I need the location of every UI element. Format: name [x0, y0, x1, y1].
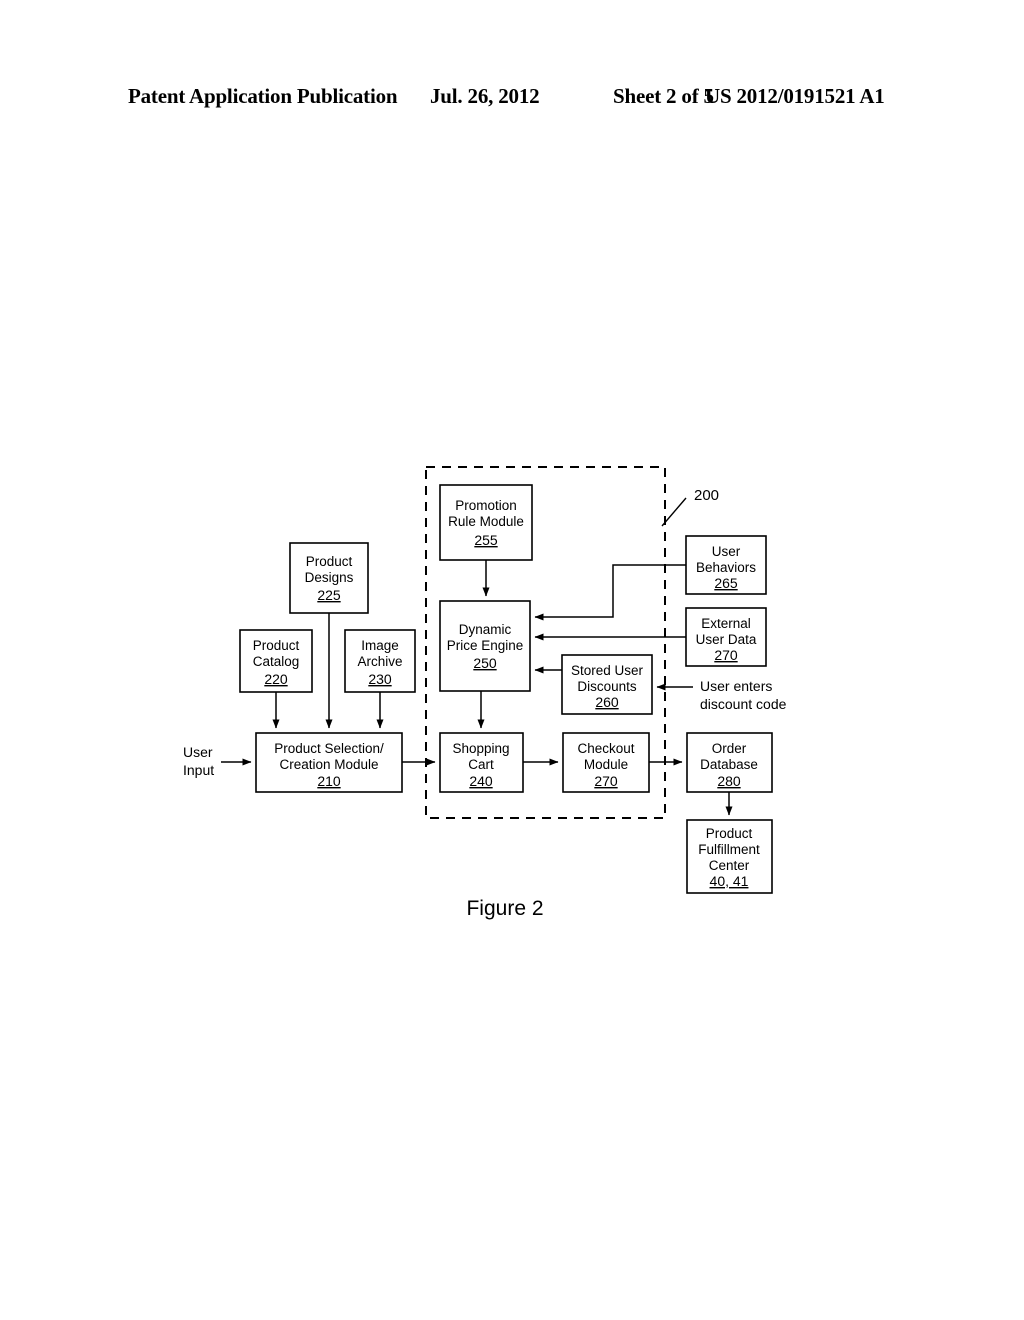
- node-order-database[interactable]: Order Database 280: [686, 732, 773, 793]
- product-designs-line1: Product: [306, 554, 353, 569]
- node-product-selection-creation-module[interactable]: Product Selection/ Creation Module 210: [255, 732, 403, 793]
- external-user-data-ref: 270: [714, 647, 738, 663]
- product-fulfillment-line3: Center: [709, 858, 750, 873]
- image-archive-line1: Image: [361, 638, 399, 653]
- label-user-input: User Input: [183, 744, 214, 778]
- dynamic-price-engine-ref: 250: [473, 655, 497, 671]
- node-product-fulfillment-center[interactable]: Product Fulfillment Center 40, 41: [686, 819, 773, 894]
- node-stored-user-discounts[interactable]: Stored User Discounts 260: [561, 654, 653, 715]
- stored-user-discounts-ref: 260: [595, 694, 619, 710]
- reference-label-200: 200: [694, 487, 719, 504]
- connector-user-behaviors-to-price-engine: [534, 564, 686, 621]
- product-catalog-line2: Catalog: [253, 654, 300, 669]
- promotion-rule-module-line1: Promotion: [455, 498, 517, 513]
- promotion-rule-module-ref: 255: [474, 532, 498, 548]
- discount-code-line2: discount code: [700, 696, 787, 712]
- external-user-data-line1: External: [701, 616, 751, 631]
- figure-caption: Figure 2: [466, 897, 543, 920]
- checkout-module-line1: Checkout: [577, 741, 634, 756]
- node-product-designs[interactable]: Product Designs 225: [289, 542, 369, 614]
- product-fulfillment-line2: Fulfillment: [698, 842, 760, 857]
- discount-code-line1: User enters: [700, 678, 772, 694]
- image-archive-line2: Archive: [357, 654, 402, 669]
- dynamic-price-engine-line2: Price Engine: [447, 638, 524, 653]
- node-product-catalog[interactable]: Product Catalog 220: [239, 629, 313, 693]
- product-selection-line1: Product Selection/: [274, 741, 384, 756]
- image-archive-ref: 230: [368, 671, 392, 687]
- shopping-cart-line2: Cart: [468, 757, 494, 772]
- product-designs-ref: 225: [317, 587, 341, 603]
- product-catalog-ref: 220: [264, 671, 288, 687]
- figure-2-diagram: 200 Promotion Rule Module 255 Product De…: [0, 0, 1024, 1320]
- node-shopping-cart[interactable]: Shopping Cart 240: [439, 732, 524, 793]
- node-image-archive[interactable]: Image Archive 230: [344, 629, 416, 693]
- promotion-rule-module-line2: Rule Module: [448, 514, 524, 529]
- order-database-line1: Order: [712, 741, 747, 756]
- shopping-cart-line1: Shopping: [452, 741, 509, 756]
- stored-user-discounts-line2: Discounts: [577, 679, 637, 694]
- product-catalog-line1: Product: [253, 638, 300, 653]
- node-user-behaviors[interactable]: User Behaviors 265: [685, 535, 767, 595]
- user-input-line1: User: [183, 744, 213, 760]
- order-database-ref: 280: [717, 773, 741, 789]
- node-external-user-data[interactable]: External User Data 270: [685, 607, 767, 667]
- user-behaviors-line1: User: [712, 544, 741, 559]
- shopping-cart-ref: 240: [469, 773, 493, 789]
- node-checkout-module[interactable]: Checkout Module 270: [562, 732, 650, 793]
- product-selection-line2: Creation Module: [279, 757, 378, 772]
- user-behaviors-line2: Behaviors: [696, 560, 756, 575]
- dynamic-price-engine-line1: Dynamic: [459, 622, 512, 637]
- user-input-line2: Input: [183, 762, 214, 778]
- external-user-data-line2: User Data: [696, 632, 757, 647]
- product-fulfillment-line1: Product: [706, 826, 753, 841]
- label-discount-code: User enters discount code: [700, 678, 787, 712]
- system-block-diagram: 200 Promotion Rule Module 255 Product De…: [183, 466, 787, 920]
- node-dynamic-price-engine[interactable]: Dynamic Price Engine 250: [439, 600, 531, 692]
- user-behaviors-ref: 265: [714, 575, 738, 591]
- product-fulfillment-ref: 40, 41: [710, 873, 749, 889]
- stored-user-discounts-line1: Stored User: [571, 663, 644, 678]
- product-designs-line2: Designs: [305, 570, 354, 585]
- node-promotion-rule-module[interactable]: Promotion Rule Module 255: [439, 484, 533, 561]
- product-selection-ref: 210: [317, 773, 341, 789]
- checkout-module-line2: Module: [584, 757, 628, 772]
- order-database-line2: Database: [700, 757, 758, 772]
- checkout-module-ref: 270: [594, 773, 618, 789]
